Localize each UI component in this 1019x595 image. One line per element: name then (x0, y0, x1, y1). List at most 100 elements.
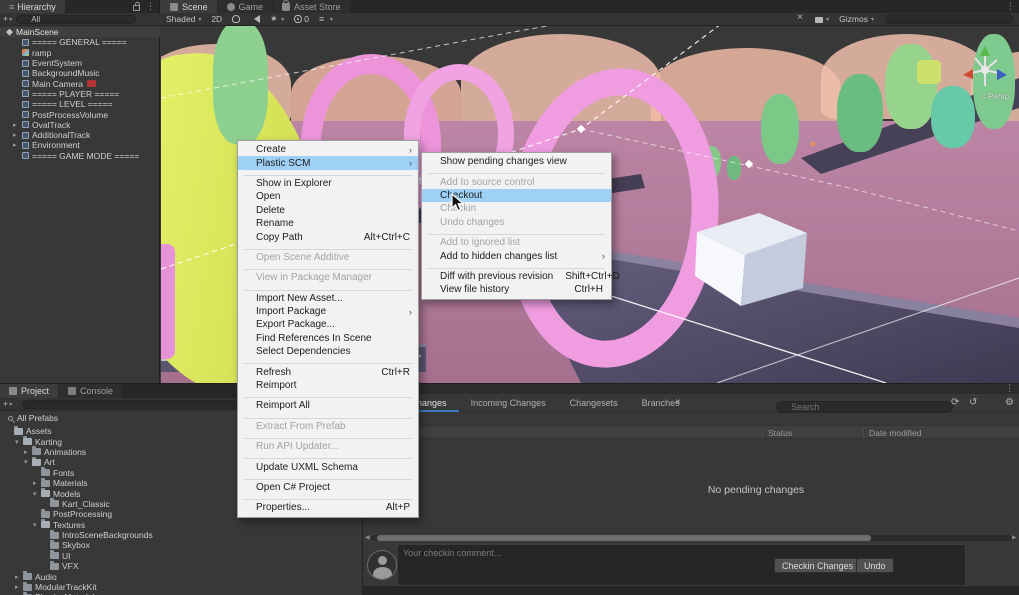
folder-row[interactable]: ModularTrackKit (0, 582, 180, 592)
menu-item[interactable]: Find References In Scene (238, 332, 418, 345)
undo-button[interactable]: Undo (856, 558, 894, 573)
horizontal-scrollbar[interactable] (371, 535, 1016, 541)
column-date-modified[interactable]: Date modified (869, 428, 921, 438)
expand-caret-icon[interactable] (13, 131, 22, 139)
scene-menu-icon[interactable]: ⋮ (1006, 2, 1015, 11)
plastic-tab[interactable]: Changesets (558, 394, 630, 412)
close-tab-icon[interactable]: × (675, 397, 681, 408)
tab-hierarchy[interactable]: Hierarchy (0, 0, 65, 13)
menu-item[interactable] (244, 475, 412, 480)
expand-caret-icon[interactable] (33, 479, 41, 487)
folder-row[interactable]: Assets (0, 426, 180, 436)
menu-item[interactable]: Create (238, 143, 418, 156)
menu-item[interactable]: Open Scene Additive (238, 251, 418, 264)
hierarchy-item[interactable]: MainScene (0, 27, 160, 37)
folder-row[interactable]: Skybox (0, 540, 180, 550)
hierarchy-item[interactable]: BackgroundMusic (0, 68, 160, 78)
menu-item[interactable]: Select Dependencies (238, 345, 418, 358)
folder-row[interactable]: PostProcessing (0, 509, 180, 519)
menu-item[interactable] (244, 245, 412, 250)
lighting-toggle[interactable] (227, 13, 245, 25)
plastic-search-input[interactable] (776, 401, 953, 413)
menu-item[interactable]: Open (238, 190, 418, 203)
folder-row[interactable]: Audio (0, 571, 180, 581)
folder-row[interactable]: VFX (0, 561, 180, 571)
refresh-icon[interactable]: ⟳ (951, 397, 959, 409)
folder-row[interactable]: UI (0, 551, 180, 561)
chevron-down-icon[interactable]: ▾ (9, 16, 12, 23)
folder-row[interactable]: Materials (0, 478, 180, 488)
plastic-tab[interactable]: Incoming Changes (459, 394, 558, 412)
menu-item[interactable]: View file history Ctrl+H (422, 283, 611, 296)
expand-caret-icon[interactable] (33, 490, 41, 498)
expand-caret-icon[interactable] (15, 438, 23, 446)
menu-item[interactable]: Refresh Ctrl+R (238, 365, 418, 378)
folder-row[interactable]: Textures (0, 520, 180, 530)
hierarchy-menu-icon[interactable]: ⋮ (146, 2, 155, 13)
expand-caret-icon[interactable] (13, 141, 22, 149)
menu-item[interactable] (244, 414, 412, 419)
column-status[interactable]: Status (768, 428, 792, 438)
grid-dropdown[interactable] (314, 13, 338, 25)
hierarchy-item[interactable]: Environment (0, 140, 160, 150)
expand-caret-icon[interactable] (0, 28, 6, 36)
menu-item[interactable]: Add to source control (422, 175, 611, 188)
view-tab[interactable]: Scene (161, 0, 217, 13)
panel-tab[interactable]: Project (0, 384, 58, 398)
expand-caret-icon[interactable] (24, 458, 32, 466)
perspective-label[interactable]: < Persp (981, 92, 1009, 101)
expand-caret-icon[interactable] (24, 448, 32, 456)
chevron-down-icon[interactable]: ▾ (9, 401, 12, 408)
menu-item[interactable]: Properties... Alt+P (238, 501, 418, 514)
audio-toggle[interactable] (245, 13, 265, 25)
folder-row[interactable]: IntroSceneBackgrounds (0, 530, 180, 540)
menu-item[interactable]: Reimport All (238, 399, 418, 412)
favorite-all-prefabs[interactable]: All Prefabs (2, 413, 180, 423)
hierarchy-item[interactable]: ===== GAME MODE ===== (0, 151, 160, 161)
menu-item[interactable]: Diff with previous revision Shift+Ctrl+D (422, 270, 611, 283)
hierarchy-item[interactable]: ===== GENERAL ===== (0, 37, 160, 47)
menu-item[interactable]: Rename (238, 217, 418, 230)
2d-toggle[interactable]: 2D (206, 13, 227, 25)
folder-row[interactable]: Animations (0, 447, 180, 457)
scene-search-input[interactable] (885, 14, 1013, 24)
expand-caret-icon[interactable] (13, 121, 22, 129)
hierarchy-item[interactable]: EventSystem (0, 58, 160, 68)
menu-item[interactable]: Show pending changes view (422, 155, 611, 168)
menu-item[interactable] (244, 393, 412, 398)
menu-item[interactable] (244, 454, 412, 459)
folder-row[interactable]: Karting (0, 436, 180, 446)
tool-settings-button[interactable] (792, 13, 810, 25)
menu-item[interactable] (244, 171, 412, 176)
camera-dropdown[interactable] (810, 13, 834, 25)
menu-item[interactable]: Reimport (238, 379, 418, 392)
menu-item[interactable] (244, 495, 412, 500)
menu-item[interactable]: Undo changes (422, 216, 611, 229)
folder-row[interactable]: Models (0, 488, 180, 498)
plastic-tab[interactable]: Branches (630, 394, 692, 412)
plastic-menu-icon[interactable]: ⋮ (1005, 384, 1014, 393)
expand-caret-icon[interactable] (15, 583, 23, 591)
scroll-left-arrow-icon[interactable]: ◀ (365, 535, 370, 541)
menu-item[interactable]: Copy Path Alt+Ctrl+C (238, 230, 418, 243)
hierarchy-item[interactable]: PostProcessVolume (0, 109, 160, 119)
menu-item[interactable]: Add to hidden changes list (422, 249, 611, 262)
expand-caret-icon[interactable] (33, 521, 41, 529)
lock-icon[interactable] (133, 5, 140, 11)
expand-caret-icon[interactable] (15, 573, 23, 581)
menu-item[interactable] (428, 264, 605, 269)
menu-item[interactable]: Update UXML Schema (238, 460, 418, 473)
menu-item[interactable] (428, 169, 605, 174)
gear-icon[interactable]: ⚙ (1005, 397, 1014, 409)
panel-tab[interactable]: Console (59, 384, 122, 398)
menu-item[interactable]: Extract From Prefab (238, 420, 418, 433)
menu-item[interactable] (244, 359, 412, 364)
menu-item[interactable]: View in Package Manager (238, 271, 418, 284)
hierarchy-item[interactable]: ramp (0, 48, 160, 58)
scroll-right-arrow-icon[interactable]: ▶ (1012, 535, 1017, 541)
effects-dropdown[interactable] (265, 13, 289, 25)
scene-visibility-toggle[interactable]: 0 (289, 13, 314, 25)
undo-arrow-icon[interactable]: ↺ (969, 397, 977, 409)
menu-item[interactable]: Run API Updater... (238, 440, 418, 453)
folder-row[interactable]: Fonts (0, 468, 180, 478)
